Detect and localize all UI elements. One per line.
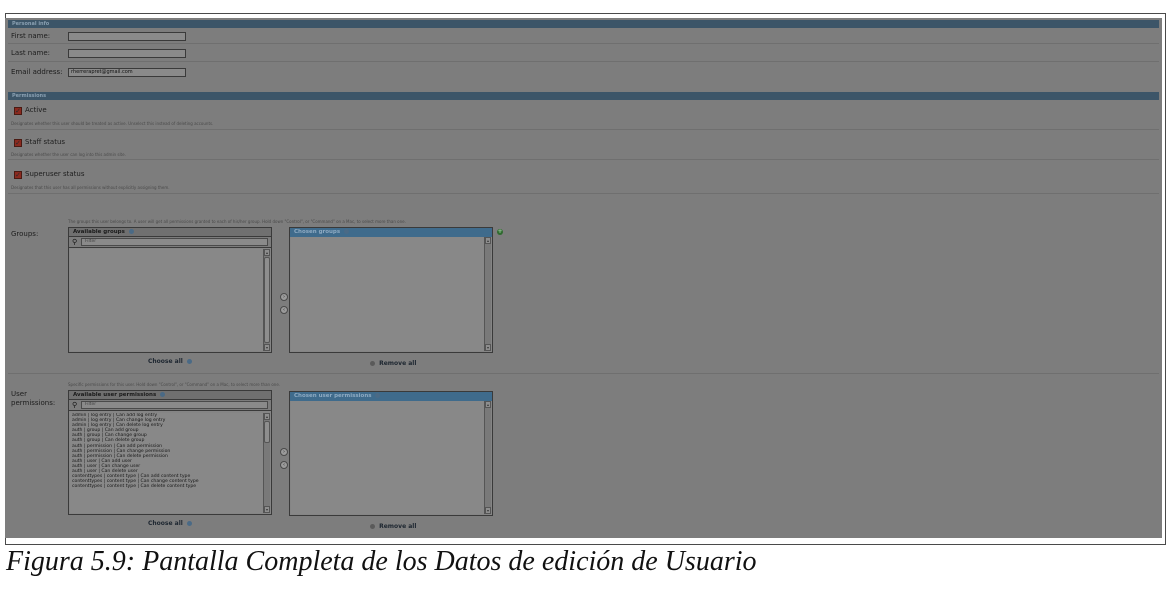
available-permissions-list[interactable]: admin | log entry | Can add log entry adm… bbox=[70, 413, 263, 513]
available-groups-scrollbar[interactable]: ▴ ▾ bbox=[263, 249, 270, 351]
permissions-remove-all-text: Remove all bbox=[379, 523, 417, 530]
admin-screenshot: Personal info First name: Last name: Ema… bbox=[5, 18, 1162, 538]
permissions-remove-all-link[interactable]: Remove all bbox=[368, 523, 416, 530]
magnifier-icon: ⚲ bbox=[72, 401, 78, 409]
scroll-thumb[interactable] bbox=[264, 421, 270, 443]
help-circle-icon bbox=[160, 392, 166, 397]
move-left-icon[interactable]: ‹ bbox=[280, 461, 288, 469]
permissions-choose-all-link[interactable]: Choose all bbox=[148, 520, 194, 527]
last-name-input[interactable] bbox=[68, 49, 186, 58]
help-circle-icon bbox=[344, 229, 350, 234]
user-permissions-row: User permissions: Specific permissions f… bbox=[8, 374, 1159, 534]
groups-label: Groups: bbox=[11, 230, 39, 238]
superuser-help-text: Designates that this user has all permis… bbox=[11, 185, 170, 190]
first-name-row: First name: bbox=[8, 28, 1159, 44]
user-permissions-label: User permissions: bbox=[11, 390, 56, 407]
chosen-groups-scrollbar[interactable]: ▴ ▾ bbox=[484, 237, 491, 351]
staff-label: Staff status bbox=[25, 138, 66, 146]
email-input[interactable]: rherrerapret@gmail.com bbox=[68, 68, 186, 77]
scroll-down-icon[interactable]: ▾ bbox=[485, 507, 491, 514]
active-checkbox[interactable]: ✓ bbox=[14, 107, 22, 115]
email-label: Email address: bbox=[11, 68, 63, 76]
available-permissions-scrollbar[interactable]: ▴ ▾ bbox=[263, 413, 270, 513]
active-label: Active bbox=[25, 106, 47, 114]
available-groups-list[interactable] bbox=[70, 249, 263, 351]
groups-choose-all-text: Choose all bbox=[148, 358, 183, 365]
available-permissions-title-text: Available user permissions bbox=[73, 392, 157, 398]
scroll-down-icon[interactable]: ▾ bbox=[264, 344, 270, 351]
help-circle-icon bbox=[375, 393, 381, 398]
help-circle-icon bbox=[128, 229, 134, 234]
scroll-up-icon[interactable]: ▴ bbox=[264, 249, 270, 256]
scroll-up-icon[interactable]: ▴ bbox=[485, 237, 491, 244]
arrow-right-icon bbox=[186, 521, 192, 526]
first-name-input[interactable] bbox=[68, 32, 186, 41]
scroll-up-icon[interactable]: ▴ bbox=[264, 413, 270, 420]
plus-icon[interactable]: + bbox=[497, 229, 503, 235]
personal-info-header: Personal info bbox=[8, 20, 1159, 28]
figure-caption: Figura 5.9: Pantalla Completa de los Dat… bbox=[6, 546, 757, 577]
chosen-permissions-title-text: Chosen user permissions bbox=[294, 393, 372, 399]
superuser-label: Superuser status bbox=[25, 170, 85, 178]
move-left-icon[interactable]: ‹ bbox=[280, 306, 288, 314]
permission-option[interactable]: contenttypes | content type | Can delete… bbox=[70, 484, 263, 489]
staff-help-text: Designates whether the user can log into… bbox=[11, 152, 126, 157]
groups-choose-all-link[interactable]: Choose all bbox=[148, 358, 194, 365]
last-name-row: Last name: bbox=[8, 44, 1159, 62]
magnifier-icon: ⚲ bbox=[72, 238, 78, 246]
chosen-groups-title: Chosen groups bbox=[290, 228, 492, 237]
groups-filter-row: ⚲ Filter bbox=[69, 237, 271, 248]
groups-remove-all-link[interactable]: Remove all bbox=[368, 360, 416, 367]
chosen-permissions-list[interactable] bbox=[291, 401, 484, 514]
permissions-filter-input[interactable]: Filter bbox=[81, 401, 268, 409]
chosen-permissions-title: Chosen user permissions bbox=[290, 392, 492, 401]
user-permissions-help-text: Specific permissions for this user. Hold… bbox=[68, 382, 281, 387]
scroll-down-icon[interactable]: ▾ bbox=[485, 344, 491, 351]
staff-checkbox[interactable]: ✓ bbox=[14, 139, 22, 147]
chosen-groups-list[interactable] bbox=[291, 237, 484, 351]
permissions-filter-row: ⚲ Filter bbox=[69, 400, 271, 411]
groups-help-text: The groups this user belongs to. A user … bbox=[68, 219, 406, 224]
permissions-choose-all-text: Choose all bbox=[148, 520, 183, 527]
available-permissions-title: Available user permissions bbox=[69, 391, 271, 400]
last-name-label: Last name: bbox=[11, 49, 51, 57]
chosen-groups-title-text: Chosen groups bbox=[294, 229, 341, 235]
arrow-right-icon bbox=[186, 359, 192, 364]
scroll-thumb[interactable] bbox=[264, 257, 270, 343]
groups-row: Groups: The groups this user belongs to.… bbox=[8, 194, 1159, 374]
first-name-label: First name: bbox=[11, 32, 51, 40]
permissions-header: Permissions bbox=[8, 92, 1159, 100]
active-help-text: Designates whether this user should be t… bbox=[11, 121, 214, 126]
chosen-permissions-box: Chosen user permissions ▴ ▾ bbox=[289, 391, 493, 516]
scroll-up-icon[interactable]: ▴ bbox=[485, 401, 491, 408]
available-groups-box: Available groups ⚲ Filter ▴ ▾ bbox=[68, 227, 272, 353]
groups-filter-input[interactable]: Filter bbox=[81, 238, 268, 246]
staff-row: ✓ Staff status Designates whether the us… bbox=[8, 130, 1159, 160]
superuser-row: ✓ Superuser status Designates that this … bbox=[8, 160, 1159, 194]
move-right-icon[interactable]: › bbox=[280, 293, 288, 301]
move-right-icon[interactable]: › bbox=[280, 448, 288, 456]
chosen-groups-box: Chosen groups ▴ ▾ bbox=[289, 227, 493, 353]
groups-remove-all-text: Remove all bbox=[379, 360, 417, 367]
chosen-permissions-scrollbar[interactable]: ▴ ▾ bbox=[484, 401, 491, 514]
superuser-checkbox[interactable]: ✓ bbox=[14, 171, 22, 179]
available-groups-title: Available groups bbox=[69, 228, 271, 237]
arrow-left-icon bbox=[370, 361, 375, 366]
scroll-down-icon[interactable]: ▾ bbox=[264, 506, 270, 513]
email-row: Email address: rherrerapret@gmail.com bbox=[8, 62, 1159, 82]
available-permissions-box: Available user permissions ⚲ Filter admi… bbox=[68, 390, 272, 515]
active-row: ✓ Active Designates whether this user sh… bbox=[8, 100, 1159, 130]
arrow-left-icon bbox=[370, 524, 375, 529]
available-groups-title-text: Available groups bbox=[73, 229, 125, 235]
